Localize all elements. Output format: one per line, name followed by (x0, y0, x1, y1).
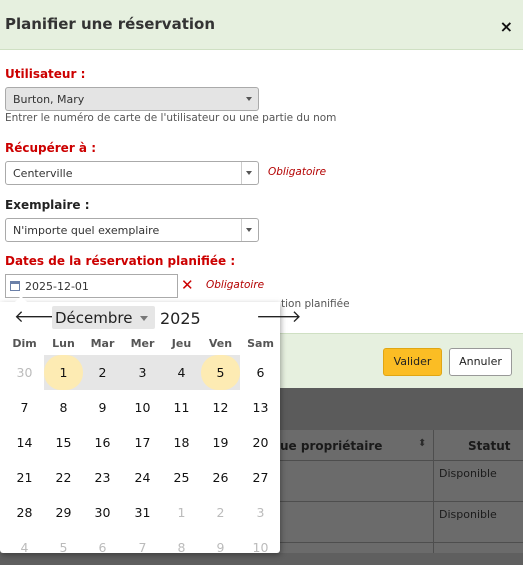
calendar-day[interactable]: 6 (241, 355, 280, 390)
calendar-day[interactable]: 8 (44, 390, 83, 425)
date-picker: 🡐 Décembre 2025 🡒 Dim Lun Mar Mer Jeu Ven Sam 3… (0, 296, 302, 555)
status-column-header[interactable]: Statut (468, 439, 511, 453)
calendar-day[interactable]: 19 (201, 425, 240, 460)
status-cell: Disponible (439, 508, 497, 521)
weekday-header: Mar (90, 337, 115, 350)
chevron-down-icon (246, 97, 252, 101)
calendar-day[interactable]: 30 (83, 495, 122, 530)
calendar-day[interactable]: 10 (241, 530, 280, 565)
calendar-day[interactable]: 23 (83, 460, 122, 495)
calendar-day[interactable]: 20 (241, 425, 280, 460)
calendar-day[interactable]: 1 (44, 355, 83, 390)
user-hint: Entrer le numéro de carte de l'utilisate… (5, 112, 337, 124)
weekday-header: Lun (52, 337, 75, 350)
calendar-day[interactable]: 10 (123, 390, 162, 425)
close-icon[interactable]: × (500, 17, 513, 36)
calendar-day[interactable]: 24 (123, 460, 162, 495)
calendar-day[interactable]: 9 (201, 530, 240, 565)
dates-label: Dates de la réservation planifiée : (5, 254, 236, 268)
user-select-value: Burton, Mary (13, 93, 85, 106)
calendar-day[interactable]: 16 (83, 425, 122, 460)
calendar-day[interactable]: 26 (201, 460, 240, 495)
calendar-day[interactable]: 15 (44, 425, 83, 460)
calendar-day[interactable]: 17 (123, 425, 162, 460)
calendar-day[interactable]: 22 (44, 460, 83, 495)
chevron-down-icon (246, 228, 252, 232)
calendar-day[interactable]: 14 (5, 425, 44, 460)
year-input[interactable]: 2025 (160, 309, 201, 328)
calendar-day[interactable]: 3 (241, 495, 280, 530)
item-select[interactable]: N'importe quel exemplaire (5, 218, 259, 242)
calendar-day[interactable]: 25 (162, 460, 201, 495)
chevron-down-icon (246, 171, 252, 175)
calendar-day[interactable]: 4 (5, 530, 44, 565)
calendar-day[interactable]: 1 (162, 495, 201, 530)
next-month-icon[interactable]: 🡒 (256, 307, 302, 327)
weekday-header: Dim (12, 337, 37, 350)
calendar-day[interactable]: 5 (44, 530, 83, 565)
calendar-day[interactable]: 5 (201, 355, 240, 390)
weekday-header: Jeu (171, 337, 192, 350)
status-cell: Disponible (439, 467, 497, 480)
modal-header: Planifier une réservation × (0, 0, 523, 50)
calendar-day[interactable]: 2 (83, 355, 122, 390)
date-range-value: 2025-12-01 (25, 280, 89, 293)
calendar-day[interactable]: 6 (83, 530, 122, 565)
calendar-day[interactable]: 21 (5, 460, 44, 495)
calendar-day[interactable]: 7 (5, 390, 44, 425)
calendar-day[interactable]: 11 (162, 390, 201, 425)
month-dropdown[interactable]: Décembre (52, 306, 155, 329)
user-label: Utilisateur : (5, 67, 86, 81)
pickup-select[interactable]: Centerville (5, 161, 259, 185)
calendar-day[interactable]: 7 (123, 530, 162, 565)
clear-date-icon[interactable]: ✕ (181, 278, 194, 293)
item-label: Exemplaire : (5, 198, 90, 212)
date-range-input[interactable]: 2025-12-01 (5, 274, 178, 298)
popup-pointer (15, 296, 27, 302)
calendar-day[interactable]: 9 (83, 390, 122, 425)
calendar-day[interactable]: 29 (44, 495, 83, 530)
select-divider (241, 219, 242, 241)
submit-button[interactable]: Valider (383, 348, 442, 376)
calendar-day[interactable]: 4 (162, 355, 201, 390)
dates-required-note: Obligatoire (206, 279, 265, 291)
cancel-button[interactable]: Annuler (449, 348, 512, 376)
sort-icon[interactable]: ⬍ (418, 438, 426, 449)
calendar-icon (10, 281, 20, 291)
select-divider (241, 162, 242, 184)
user-select[interactable]: Burton, Mary (5, 87, 259, 111)
modal-title: Planifier une réservation (5, 15, 216, 33)
calendar-day[interactable]: 13 (241, 390, 280, 425)
pickup-select-value: Centerville (13, 167, 73, 180)
weekday-header: Mer (130, 337, 155, 350)
weekday-header: Sam (247, 337, 274, 350)
item-select-value: N'importe quel exemplaire (13, 224, 160, 237)
pickup-label: Récupérer à : (5, 141, 96, 155)
calendar-day[interactable]: 2 (201, 495, 240, 530)
weekday-header: Ven (208, 337, 233, 350)
calendar-day[interactable]: 8 (162, 530, 201, 565)
calendar-day[interactable]: 28 (5, 495, 44, 530)
month-value: Décembre (55, 309, 133, 327)
calendar-day[interactable]: 12 (201, 390, 240, 425)
owner-column-header[interactable]: ue propriétaire (280, 439, 382, 453)
calendar-day[interactable]: 31 (123, 495, 162, 530)
calendar-day[interactable]: 27 (241, 460, 280, 495)
pickup-required-note: Obligatoire (268, 166, 327, 178)
calendar-day[interactable]: 3 (123, 355, 162, 390)
calendar-day[interactable]: 30 (5, 355, 44, 390)
calendar-day[interactable]: 18 (162, 425, 201, 460)
chevron-down-icon (140, 316, 148, 321)
